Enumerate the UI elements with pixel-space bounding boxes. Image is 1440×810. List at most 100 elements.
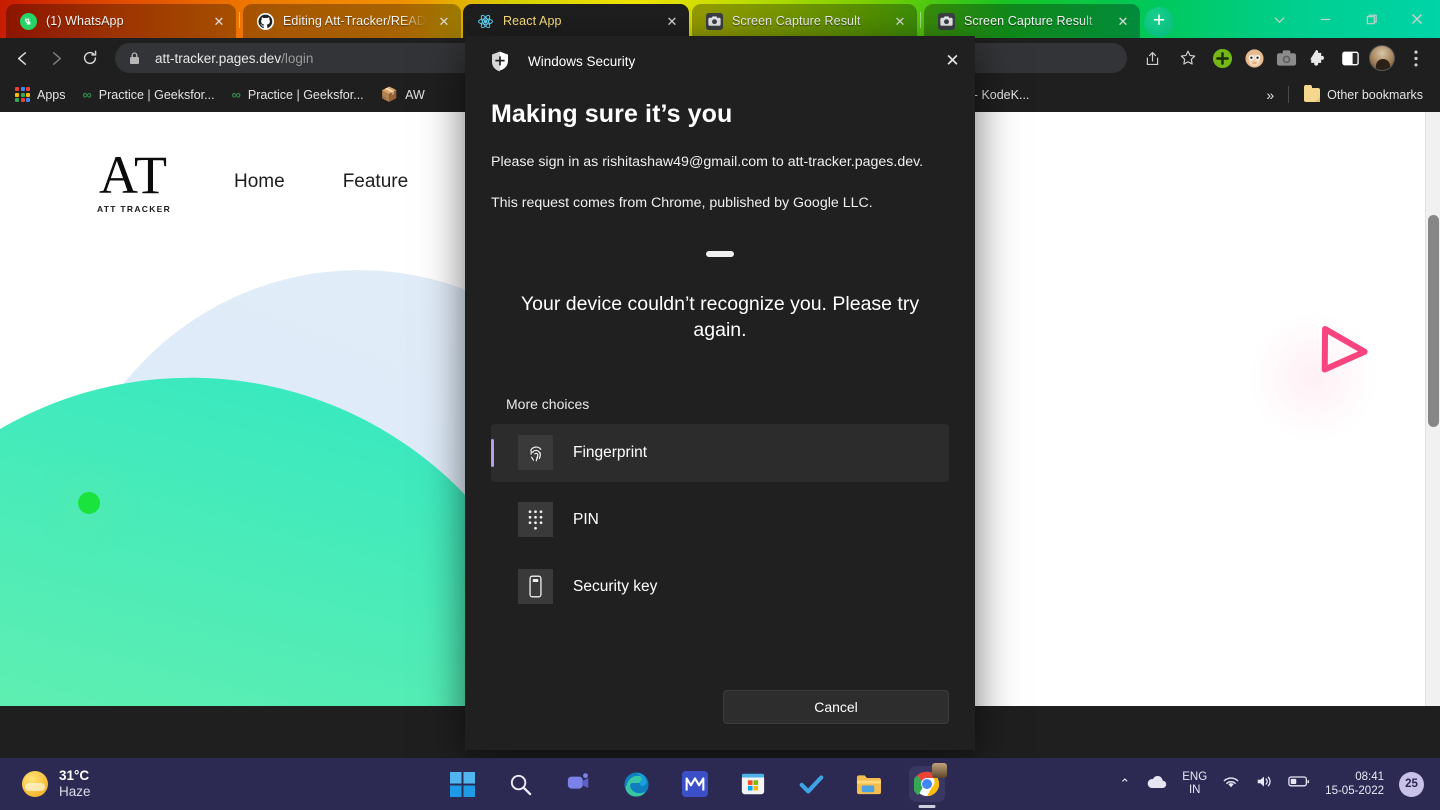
dialog-close-icon[interactable]: ✕: [930, 38, 975, 84]
add-green-icon[interactable]: [1208, 44, 1236, 72]
tab-close-icon[interactable]: ✕: [1114, 12, 1132, 30]
clock-time: 08:41: [1355, 770, 1384, 783]
puzzle-icon[interactable]: [1304, 44, 1332, 72]
tab-close-icon[interactable]: ✕: [210, 12, 228, 30]
tab-search-chevron-icon[interactable]: [1256, 0, 1302, 38]
bookmark-label: AW: [405, 87, 425, 102]
nav-item-home[interactable]: Home: [234, 171, 285, 193]
cancel-button[interactable]: Cancel: [723, 690, 949, 724]
bookmarks-overflow-icon[interactable]: »: [1260, 85, 1280, 105]
microsoft-store-icon[interactable]: [735, 766, 771, 802]
lock-icon: [128, 51, 143, 66]
forward-icon[interactable]: [40, 42, 72, 74]
mega-icon[interactable]: [677, 766, 713, 802]
choice-label: PIN: [573, 510, 599, 528]
file-explorer-icon[interactable]: [851, 766, 887, 802]
todo-icon[interactable]: [793, 766, 829, 802]
svg-text:1: 1: [26, 17, 31, 26]
browser-tab-screen-capture-2[interactable]: Screen Capture Result ✕: [924, 4, 1140, 38]
browser-tab-whatsapp[interactable]: 1 (1) WhatsApp ✕: [6, 4, 236, 38]
other-bookmarks-button[interactable]: Other bookmarks: [1297, 84, 1430, 106]
page-scrollbar[interactable]: [1425, 112, 1440, 706]
scrollbar-thumb[interactable]: [1428, 215, 1439, 427]
search-icon[interactable]: [503, 766, 539, 802]
bookmark-label: Apps: [37, 87, 66, 102]
taskbar-apps: [270, 763, 1119, 802]
tray-overflow-icon[interactable]: ⌃: [1119, 776, 1130, 792]
system-tray: ⌃ ENG IN 08:41 15-05-2022 25: [1119, 770, 1440, 799]
bookmarks-right-group: » Other bookmarks: [1260, 84, 1430, 106]
restore-icon[interactable]: [1348, 0, 1394, 38]
toolbar-icons: [1136, 42, 1432, 74]
chrome-overlay-avatar: [931, 763, 947, 778]
github-icon: [257, 12, 274, 30]
minimize-icon[interactable]: [1302, 0, 1348, 38]
box-icon: 📦: [380, 86, 399, 102]
divider: [1288, 86, 1290, 103]
nav-item-feature[interactable]: Feature: [343, 171, 408, 193]
start-icon[interactable]: [445, 766, 481, 802]
browser-tab-react-app[interactable]: React App ✕: [463, 4, 689, 38]
bookmark-apps[interactable]: Apps: [8, 83, 73, 106]
tab-close-icon[interactable]: ✕: [663, 12, 681, 30]
language-code: ENG: [1182, 770, 1208, 783]
chrome-menu-icon[interactable]: [1400, 42, 1432, 74]
bookmark-geeksforgeeks-1[interactable]: ∞ Practice | Geeksfor...: [76, 83, 222, 106]
progress-dash-indicator: [706, 251, 734, 258]
tab-separator: [239, 12, 240, 28]
bookmark-geeksforgeeks-2[interactable]: ∞ Practice | Geeksfor...: [225, 83, 371, 106]
monkey-extension-icon[interactable]: [1240, 44, 1268, 72]
region-code: IN: [1188, 784, 1201, 796]
browser-tab-github[interactable]: Editing Att-Tracker/READI ✕: [243, 4, 461, 38]
dialog-app-name: Windows Security: [528, 53, 636, 69]
clock-date: 15-05-2022: [1325, 785, 1384, 797]
tab-title: (1) WhatsApp: [46, 14, 124, 28]
site-logo[interactable]: AT ATT TRACKER: [88, 144, 180, 214]
security-key-icon: [518, 569, 553, 605]
more-choices-list: Fingerprint PIN Security key: [491, 423, 949, 616]
fingerprint-icon: [518, 435, 553, 471]
side-panel-icon[interactable]: [1336, 44, 1364, 72]
volume-icon[interactable]: [1255, 774, 1273, 794]
camera-extension-icon[interactable]: [1272, 44, 1300, 72]
weather-condition: Haze: [59, 784, 91, 799]
tab-close-icon[interactable]: ✕: [435, 12, 453, 30]
profile-avatar[interactable]: [1368, 44, 1396, 72]
wifi-icon[interactable]: [1222, 775, 1240, 794]
more-choices-label: More choices: [506, 395, 590, 412]
taskbar-clock[interactable]: 08:41 15-05-2022: [1325, 770, 1384, 799]
choice-pin[interactable]: PIN: [491, 491, 949, 549]
notification-badge[interactable]: 25: [1399, 771, 1424, 797]
teams-icon[interactable]: [561, 766, 597, 802]
bookmark-aws[interactable]: 📦 AW: [374, 82, 432, 107]
gfg-icon: ∞: [82, 87, 92, 102]
tab-title: React App: [503, 14, 562, 28]
weather-temperature: 31°C: [59, 767, 90, 783]
choice-security-key[interactable]: Security key: [491, 558, 949, 616]
battery-icon[interactable]: [1288, 775, 1310, 793]
onedrive-icon[interactable]: [1145, 775, 1167, 794]
share-icon[interactable]: [1136, 42, 1168, 74]
choice-label: Security key: [573, 577, 658, 595]
chrome-icon[interactable]: [908, 763, 947, 802]
browser-tab-screen-capture-1[interactable]: Screen Capture Result ✕: [692, 4, 917, 38]
tab-title: Screen Capture Result: [964, 14, 1093, 28]
edge-icon[interactable]: [619, 766, 655, 802]
tab-strip: 1 (1) WhatsApp ✕ Editing Att-Tracker/REA…: [0, 0, 1440, 38]
choice-fingerprint[interactable]: Fingerprint: [491, 423, 949, 482]
other-bookmarks-label: Other bookmarks: [1327, 87, 1423, 102]
back-icon[interactable]: [6, 42, 38, 74]
dialog-header: Windows Security ✕: [465, 36, 975, 86]
tab-close-icon[interactable]: ✕: [891, 12, 909, 30]
bookmark-star-icon[interactable]: [1172, 42, 1204, 74]
tab-title: Editing Att-Tracker/READI: [283, 14, 426, 28]
reload-icon[interactable]: [74, 42, 106, 74]
logo-mark: AT: [99, 144, 169, 205]
close-window-icon[interactable]: [1394, 0, 1440, 38]
new-tab-button[interactable]: +: [1144, 7, 1174, 37]
sun-haze-icon: [22, 771, 48, 797]
camera-icon: [938, 12, 955, 30]
language-indicator[interactable]: ENG IN: [1182, 771, 1207, 797]
taskbar-weather-widget[interactable]: 31°C Haze: [0, 768, 270, 801]
pin-keypad-icon: [518, 502, 553, 538]
